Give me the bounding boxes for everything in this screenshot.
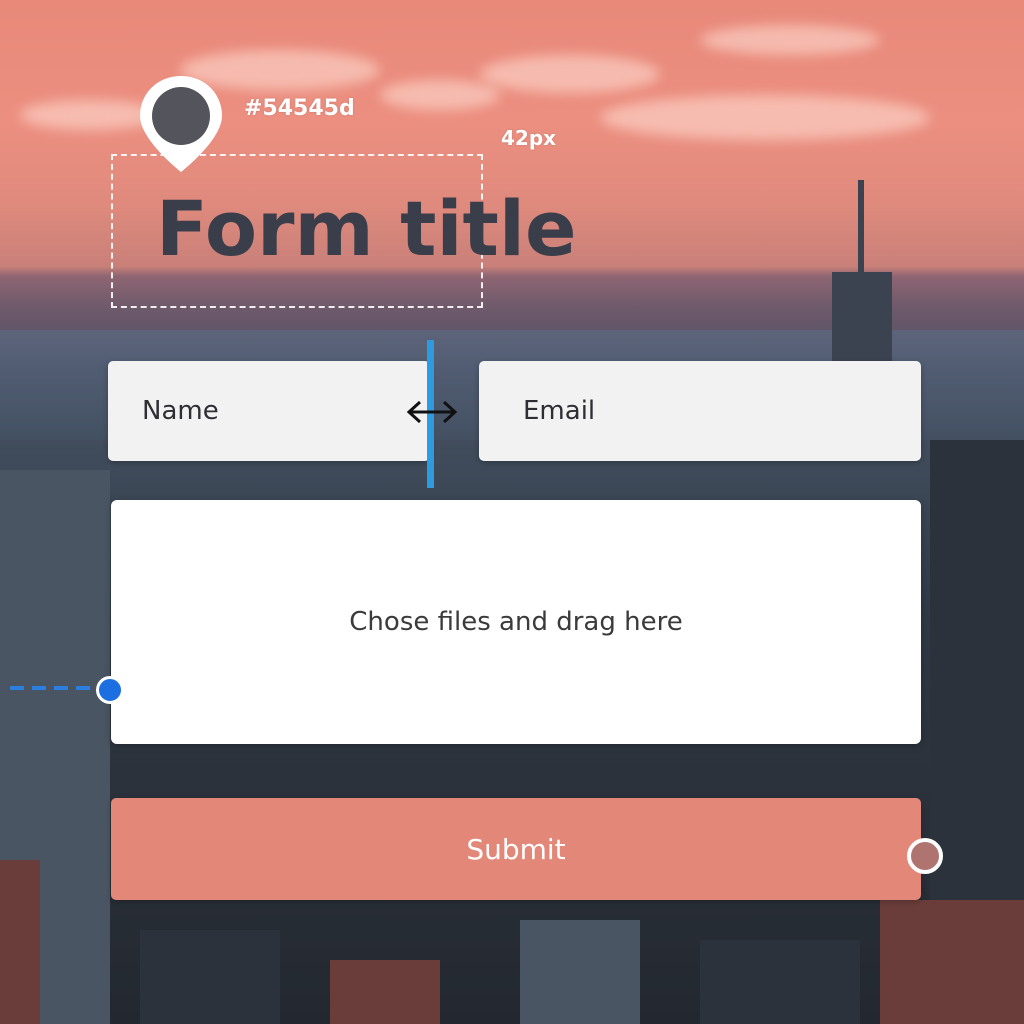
- color-annotation: #54545d: [244, 96, 355, 121]
- name-field[interactable]: [108, 361, 430, 461]
- cloud: [600, 95, 930, 140]
- dropzone-label: Chose files and drag here: [349, 607, 683, 637]
- building: [330, 960, 440, 1024]
- building: [0, 860, 40, 1024]
- email-field[interactable]: [479, 361, 921, 461]
- cloud: [480, 55, 660, 93]
- skyscraper-spire: [858, 180, 864, 275]
- building: [700, 940, 860, 1024]
- file-dropzone[interactable]: Chose files and drag here: [111, 500, 921, 744]
- resize-horizontal-icon: [406, 400, 458, 424]
- building: [520, 920, 640, 1024]
- email-input[interactable]: [479, 361, 921, 461]
- name-input[interactable]: [108, 361, 430, 461]
- alignment-guide: [10, 686, 90, 690]
- submit-button[interactable]: Submit: [111, 798, 921, 900]
- dropzone-resize-handle[interactable]: [96, 676, 124, 704]
- building: [140, 930, 280, 1024]
- building: [880, 900, 1024, 1024]
- cloud: [700, 25, 880, 55]
- submit-resize-handle[interactable]: [907, 838, 943, 874]
- cloud: [380, 80, 500, 110]
- size-annotation: 42px: [501, 126, 557, 150]
- form-title[interactable]: Form title: [156, 184, 577, 273]
